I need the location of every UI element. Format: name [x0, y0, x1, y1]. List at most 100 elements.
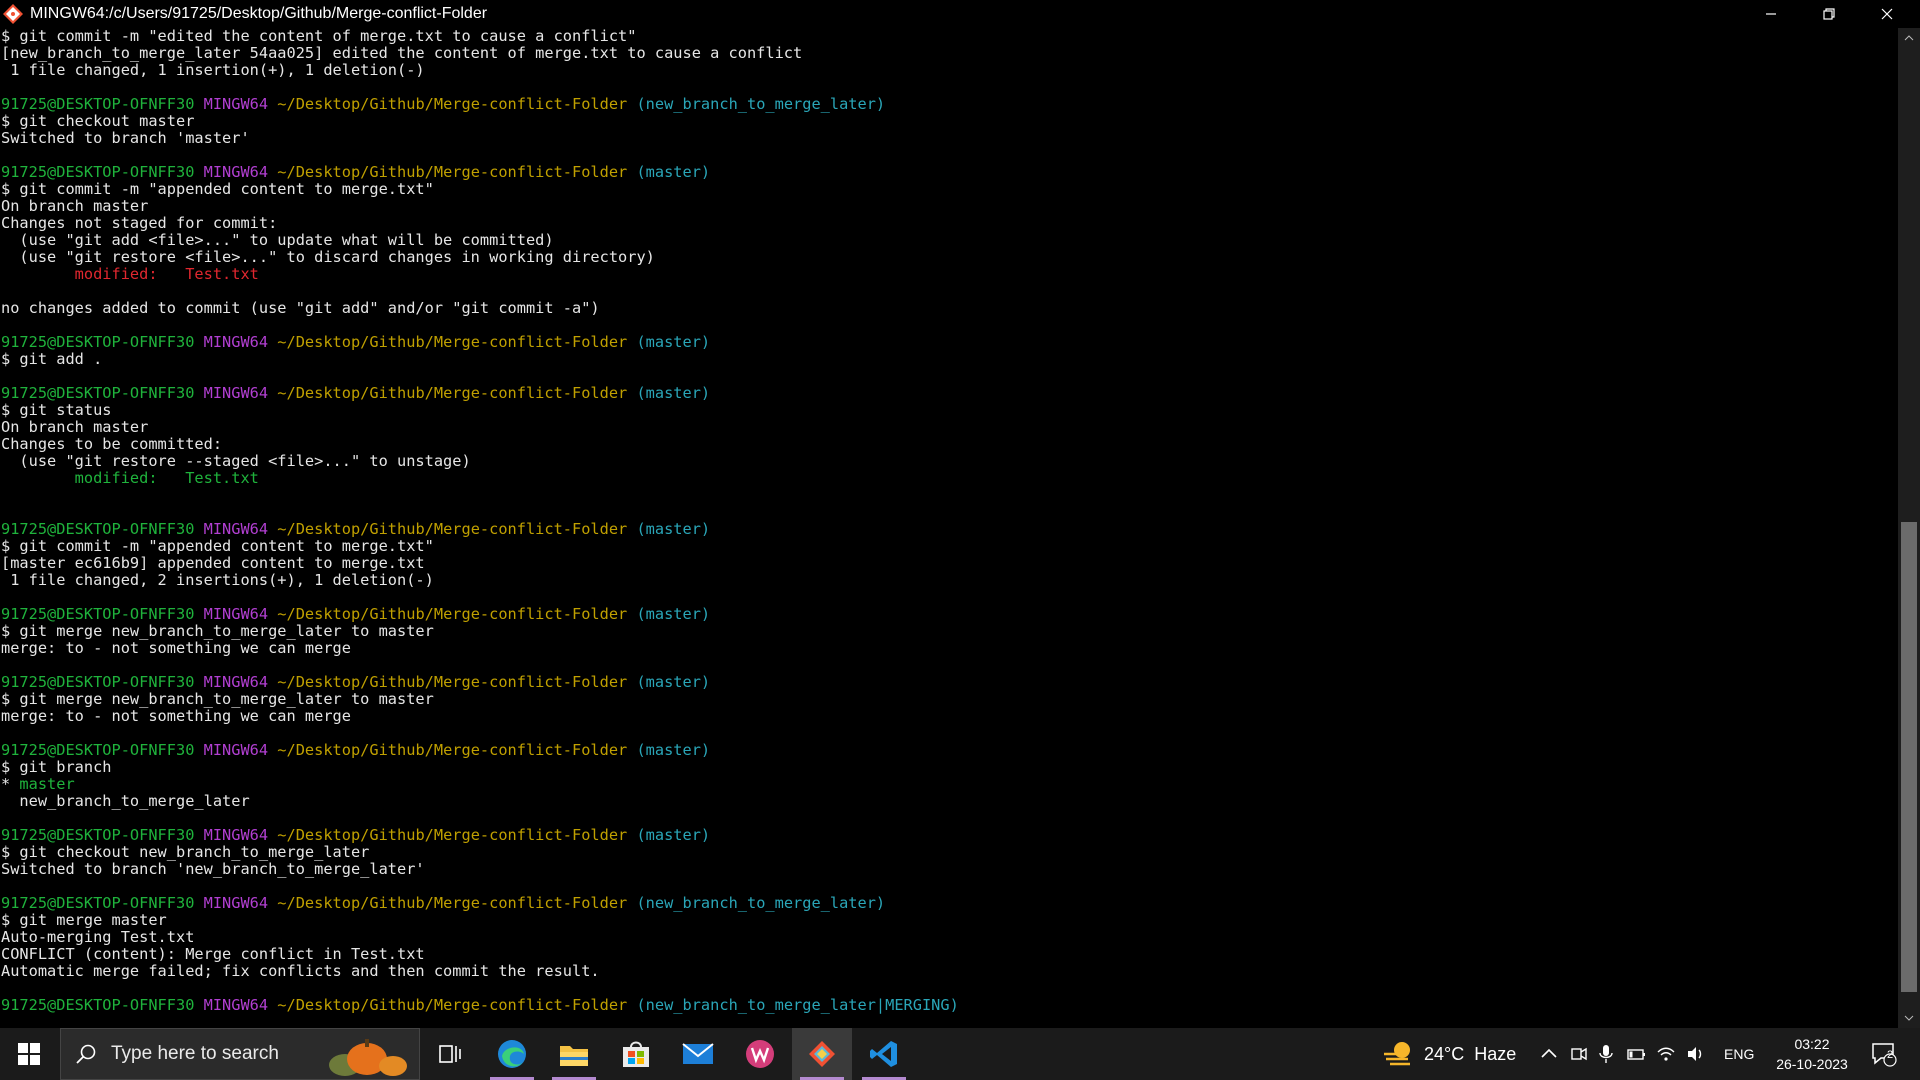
terminal-text-segment: Switched to branch 'new_branch_to_merge_…	[1, 860, 425, 878]
terminal-text-segment: modified: Test.txt	[1, 469, 259, 487]
terminal-line: 91725@DESKTOP-OFNFF30 MINGW64 ~/Desktop/…	[1, 895, 1897, 912]
terminal-text-segment: MINGW64	[203, 996, 278, 1014]
haze-sun-icon	[1384, 1042, 1410, 1066]
terminal-text-segment: 91725@DESKTOP-OFNFF30	[1, 741, 204, 759]
wifi-icon[interactable]	[1656, 1045, 1676, 1063]
terminal-line: $ git commit -m "edited the content of m…	[1, 28, 1897, 45]
terminal-text-segment: 91725@DESKTOP-OFNFF30	[1, 384, 204, 402]
weather-widget[interactable]: 24°C Haze	[1382, 1028, 1516, 1080]
microphone-icon[interactable]	[1598, 1044, 1614, 1064]
terminal-line: Changes not staged for commit:	[1, 215, 1897, 232]
terminal-text-segment: no changes added to commit (use "git add…	[1, 299, 600, 317]
terminal-text-segment: 91725@DESKTOP-OFNFF30	[1, 894, 204, 912]
terminal-text-segment: $ git status	[1, 401, 112, 419]
search-placeholder: Type here to search	[111, 1043, 279, 1064]
terminal-text-segment: 1 file changed, 2 insertions(+), 1 delet…	[1, 571, 434, 589]
terminal-line: modified: Test.txt	[1, 470, 1897, 487]
terminal-text-segment: (master)	[636, 826, 711, 844]
terminal-line: 91725@DESKTOP-OFNFF30 MINGW64 ~/Desktop/…	[1, 96, 1897, 113]
chevron-down-icon	[1904, 1015, 1914, 1021]
restore-button[interactable]	[1800, 0, 1858, 28]
terminal-line: [new_branch_to_merge_later 54aa025] edit…	[1, 45, 1897, 62]
terminal-text-segment: 91725@DESKTOP-OFNFF30	[1, 163, 204, 181]
terminal-line: * master	[1, 776, 1897, 793]
terminal-output[interactable]: $ git commit -m "edited the content of m…	[1, 28, 1897, 1028]
terminal-text-segment: ~/Desktop/Github/Merge-conflict-Folder	[277, 384, 637, 402]
store-icon	[623, 1041, 649, 1067]
scroll-up-button[interactable]	[1898, 30, 1920, 46]
terminal-text-segment: Changes not staged for commit:	[1, 214, 278, 232]
task-view-button[interactable]	[420, 1028, 480, 1080]
git-bash-taskbar-button[interactable]	[792, 1028, 852, 1080]
terminal-text-segment: master	[19, 775, 75, 793]
vscode-taskbar-button[interactable]	[854, 1028, 914, 1080]
input-language-indicator[interactable]: ENG	[1724, 1046, 1754, 1062]
terminal-line: 1 file changed, 1 insertion(+), 1 deleti…	[1, 62, 1897, 79]
search-icon	[76, 1044, 96, 1064]
terminal-text-segment: (use "git restore <file>..." to discard …	[1, 248, 655, 266]
window-title: MINGW64:/c/Users/91725/Desktop/Github/Me…	[30, 5, 488, 22]
terminal-text-segment: (master)	[636, 163, 711, 181]
windows-logo-icon	[18, 1043, 40, 1065]
terminal-text-segment: (master)	[636, 741, 711, 759]
git-bash-icon	[809, 1041, 835, 1067]
terminal-line: 91725@DESKTOP-OFNFF30 MINGW64 ~/Desktop/…	[1, 334, 1897, 351]
weather-temperature: 24°C	[1424, 1043, 1465, 1064]
terminal-text-segment: ~/Desktop/Github/Merge-conflict-Folder	[277, 605, 637, 623]
wps-taskbar-button[interactable]	[730, 1028, 790, 1080]
scrollbar-thumb[interactable]	[1901, 522, 1917, 992]
minimize-button[interactable]	[1742, 0, 1800, 28]
terminal-text-segment: (use "git add <file>..." to update what …	[1, 231, 554, 249]
taskbar: Type here to search 24°C Haze ENG 03:22 …	[0, 1028, 1920, 1080]
terminal-text-segment: ~/Desktop/Github/Merge-conflict-Folder	[277, 333, 637, 351]
chevron-up-icon[interactable]	[1540, 1045, 1558, 1063]
terminal-line: 91725@DESKTOP-OFNFF30 MINGW64 ~/Desktop/…	[1, 742, 1897, 759]
task-view-icon	[439, 1045, 461, 1063]
terminal-text-segment: Changes to be committed:	[1, 435, 223, 453]
store-taskbar-button[interactable]	[606, 1028, 666, 1080]
close-button[interactable]	[1858, 0, 1916, 28]
pumpkins-illustration-icon	[329, 1039, 407, 1076]
terminal-text-segment: CONFLICT (content): Merge conflict in Te…	[1, 945, 425, 963]
window-titlebar: MINGW64:/c/Users/91725/Desktop/Github/Me…	[0, 0, 1920, 28]
scroll-down-button[interactable]	[1898, 1010, 1920, 1026]
terminal-text-segment: Auto-merging Test.txt	[1, 928, 195, 946]
edge-icon	[498, 1040, 526, 1068]
terminal-line: Switched to branch 'new_branch_to_merge_…	[1, 861, 1897, 878]
terminal-text-segment: [master ec616b9] appended content to mer…	[1, 554, 425, 572]
terminal-text-segment: MINGW64	[203, 894, 278, 912]
start-button[interactable]	[0, 1028, 58, 1080]
edge-taskbar-button[interactable]	[482, 1028, 542, 1080]
terminal-text-segment: $ git add .	[1, 350, 103, 368]
terminal-line: 91725@DESKTOP-OFNFF30 MINGW64 ~/Desktop/…	[1, 521, 1897, 538]
weather-condition: Haze	[1474, 1043, 1517, 1064]
terminal-line: 91725@DESKTOP-OFNFF30 MINGW64 ~/Desktop/…	[1, 674, 1897, 691]
terminal-text-segment: 91725@DESKTOP-OFNFF30	[1, 520, 204, 538]
terminal-text-segment: 91725@DESKTOP-OFNFF30	[1, 333, 204, 351]
terminal-text-segment: $ git branch	[1, 758, 112, 776]
terminal-line: Changes to be committed:	[1, 436, 1897, 453]
terminal-line: 91725@DESKTOP-OFNFF30 MINGW64 ~/Desktop/…	[1, 164, 1897, 181]
taskbar-clock[interactable]: 03:22 26-10-2023	[1762, 1034, 1862, 1074]
action-center-button[interactable]: 2	[1860, 1028, 1908, 1080]
terminal-text-segment: merge: to - not something we can merge	[1, 707, 351, 725]
terminal-text-segment: 91725@DESKTOP-OFNFF30	[1, 826, 204, 844]
terminal-scrollbar[interactable]	[1898, 28, 1920, 1028]
meet-now-icon[interactable]	[1570, 1045, 1588, 1063]
system-tray: ENG	[1540, 1028, 1754, 1080]
taskbar-search-box[interactable]: Type here to search	[60, 1028, 420, 1080]
mail-taskbar-button[interactable]	[668, 1028, 728, 1080]
terminal-text-segment: ~/Desktop/Github/Merge-conflict-Folder	[277, 826, 637, 844]
terminal-text-segment: $ git commit -m "edited the content of m…	[1, 28, 637, 45]
volume-icon[interactable]	[1686, 1045, 1706, 1063]
terminal-line: $ git checkout master	[1, 113, 1897, 130]
file-explorer-taskbar-button[interactable]	[544, 1028, 604, 1080]
battery-icon[interactable]	[1626, 1046, 1646, 1062]
